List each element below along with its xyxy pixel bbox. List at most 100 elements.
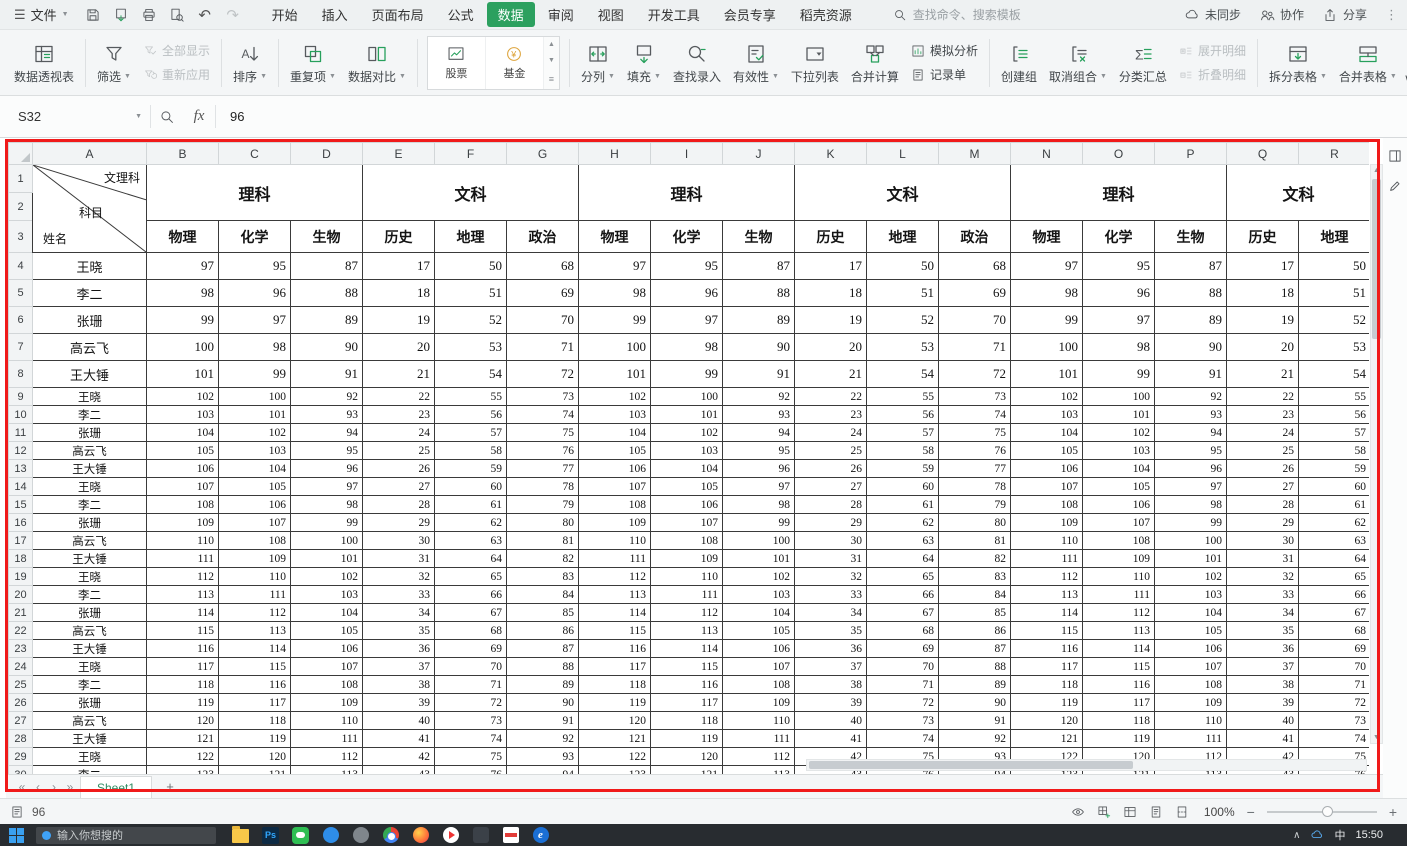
- cell-O10[interactable]: 101: [1083, 406, 1155, 424]
- cell-O16[interactable]: 107: [1083, 514, 1155, 532]
- cell-H3[interactable]: 物理: [579, 221, 651, 253]
- column-header-H[interactable]: H: [579, 143, 651, 165]
- cell-C27[interactable]: 118: [219, 712, 291, 730]
- cell-K26[interactable]: 39: [795, 694, 867, 712]
- cell-M9[interactable]: 73: [939, 388, 1011, 406]
- cell-B29[interactable]: 122: [147, 748, 219, 766]
- cell-O21[interactable]: 112: [1083, 604, 1155, 622]
- cell-M15[interactable]: 79: [939, 496, 1011, 514]
- cell-A20[interactable]: 李二: [33, 586, 147, 604]
- cell-I21[interactable]: 112: [651, 604, 723, 622]
- cell-C23[interactable]: 114: [219, 640, 291, 658]
- cell-C14[interactable]: 105: [219, 478, 291, 496]
- vertical-scrollbar[interactable]: ▲ ▼: [1370, 164, 1383, 744]
- cell-N14[interactable]: 107: [1011, 478, 1083, 496]
- cloud-sync-button[interactable]: 未同步: [1184, 6, 1241, 23]
- cell-G10[interactable]: 74: [507, 406, 579, 424]
- cell-F10[interactable]: 56: [435, 406, 507, 424]
- cell-J5[interactable]: 88: [723, 280, 795, 307]
- column-header-L[interactable]: L: [867, 143, 939, 165]
- cell-I25[interactable]: 116: [651, 676, 723, 694]
- 拆分表格-button[interactable]: 拆分表格▼: [1263, 39, 1333, 87]
- column-header-O[interactable]: O: [1083, 143, 1155, 165]
- cell-M16[interactable]: 80: [939, 514, 1011, 532]
- cell-B9[interactable]: 102: [147, 388, 219, 406]
- cell-R12[interactable]: 58: [1299, 442, 1370, 460]
- cell-Q27[interactable]: 40: [1227, 712, 1299, 730]
- cell-B25[interactable]: 118: [147, 676, 219, 694]
- cell-F12[interactable]: 58: [435, 442, 507, 460]
- cell-R17[interactable]: 63: [1299, 532, 1370, 550]
- cell-B17[interactable]: 110: [147, 532, 219, 550]
- cell-R9[interactable]: 55: [1299, 388, 1370, 406]
- cell-N24[interactable]: 117: [1011, 658, 1083, 676]
- sheet-tab-sheet1[interactable]: Sheet1: [80, 776, 152, 798]
- player-icon[interactable]: [442, 827, 459, 844]
- cell-L13[interactable]: 59: [867, 460, 939, 478]
- cell-O14[interactable]: 105: [1083, 478, 1155, 496]
- cell-B7[interactable]: 100: [147, 334, 219, 361]
- cell-L23[interactable]: 69: [867, 640, 939, 658]
- cell-D22[interactable]: 105: [291, 622, 363, 640]
- cell-K6[interactable]: 19: [795, 307, 867, 334]
- cell-G26[interactable]: 90: [507, 694, 579, 712]
- cell-G20[interactable]: 84: [507, 586, 579, 604]
- cell-J4[interactable]: 87: [723, 253, 795, 280]
- cell-M6[interactable]: 70: [939, 307, 1011, 334]
- cell-M28[interactable]: 92: [939, 730, 1011, 748]
- cell-J18[interactable]: 101: [723, 550, 795, 568]
- cell-P8[interactable]: 91: [1155, 361, 1227, 388]
- cell-L14[interactable]: 60: [867, 478, 939, 496]
- cell-F14[interactable]: 60: [435, 478, 507, 496]
- cell-M25[interactable]: 89: [939, 676, 1011, 694]
- cell-P3[interactable]: 生物: [1155, 221, 1227, 253]
- cell-P22[interactable]: 105: [1155, 622, 1227, 640]
- file-menu[interactable]: ☰ 文件 ▼: [8, 3, 75, 26]
- cell-M19[interactable]: 83: [939, 568, 1011, 586]
- row-header-10[interactable]: 10: [9, 406, 33, 424]
- cell-L4[interactable]: 50: [867, 253, 939, 280]
- cell-I11[interactable]: 102: [651, 424, 723, 442]
- cell-J22[interactable]: 105: [723, 622, 795, 640]
- cell-A25[interactable]: 李二: [33, 676, 147, 694]
- cell-K22[interactable]: 35: [795, 622, 867, 640]
- 基金-button[interactable]: ¥基金: [486, 37, 544, 89]
- tab-数据[interactable]: 数据: [487, 2, 535, 27]
- cell-R10[interactable]: 56: [1299, 406, 1370, 424]
- row-header-12[interactable]: 12: [9, 442, 33, 460]
- cell-J13[interactable]: 96: [723, 460, 795, 478]
- cell-J12[interactable]: 95: [723, 442, 795, 460]
- cell-O4[interactable]: 95: [1083, 253, 1155, 280]
- cell-L3[interactable]: 地理: [867, 221, 939, 253]
- merged-header-理科-3[interactable]: 理科: [579, 165, 795, 221]
- cell-I18[interactable]: 109: [651, 550, 723, 568]
- cell-J25[interactable]: 108: [723, 676, 795, 694]
- cell-D19[interactable]: 102: [291, 568, 363, 586]
- cell-L10[interactable]: 56: [867, 406, 939, 424]
- cell-D26[interactable]: 109: [291, 694, 363, 712]
- cell-R21[interactable]: 67: [1299, 604, 1370, 622]
- cell-R19[interactable]: 65: [1299, 568, 1370, 586]
- cell-G25[interactable]: 89: [507, 676, 579, 694]
- cell-O12[interactable]: 103: [1083, 442, 1155, 460]
- cell-A17[interactable]: 高云飞: [33, 532, 147, 550]
- cell-P27[interactable]: 110: [1155, 712, 1227, 730]
- cell-L15[interactable]: 61: [867, 496, 939, 514]
- taskbar-search[interactable]: 输入你想搜的: [36, 827, 216, 844]
- cell-N7[interactable]: 100: [1011, 334, 1083, 361]
- view-break-button[interactable]: [1175, 805, 1189, 819]
- cell-D14[interactable]: 97: [291, 478, 363, 496]
- cell-H4[interactable]: 97: [579, 253, 651, 280]
- 下拉列表-button[interactable]: 下拉列表: [785, 39, 845, 87]
- cell-O11[interactable]: 102: [1083, 424, 1155, 442]
- cell-A21[interactable]: 张珊: [33, 604, 147, 622]
- cell-I23[interactable]: 114: [651, 640, 723, 658]
- cell-A18[interactable]: 王大锤: [33, 550, 147, 568]
- cell-I5[interactable]: 96: [651, 280, 723, 307]
- cell-I10[interactable]: 101: [651, 406, 723, 424]
- cell-R8[interactable]: 54: [1299, 361, 1370, 388]
- row-header-24[interactable]: 24: [9, 658, 33, 676]
- cell-J28[interactable]: 111: [723, 730, 795, 748]
- cell-E23[interactable]: 36: [363, 640, 435, 658]
- photoshop-icon[interactable]: Ps: [262, 827, 279, 844]
